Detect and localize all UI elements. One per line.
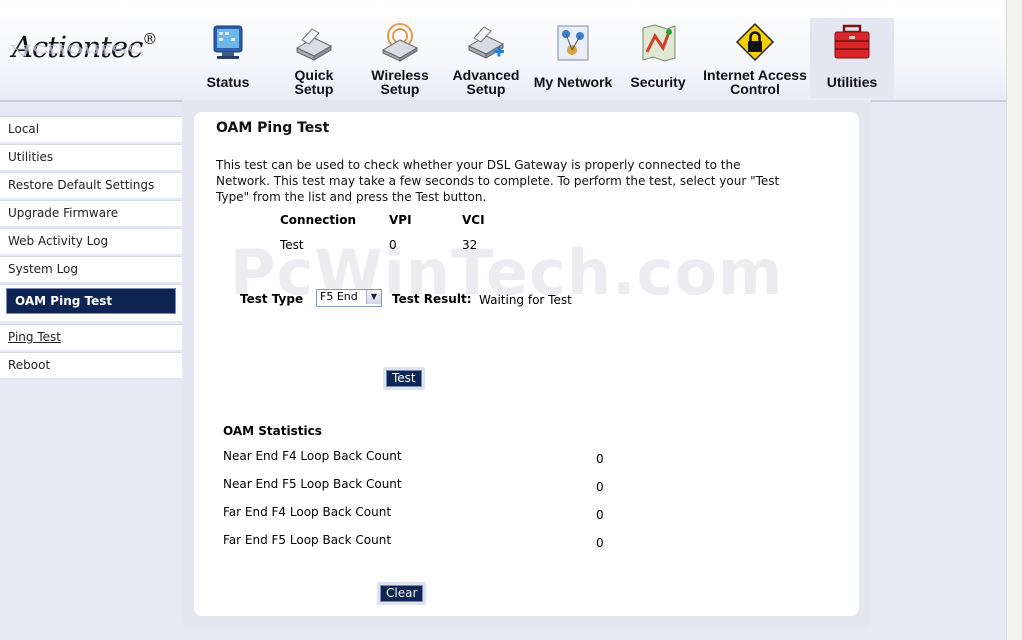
stat-value: 0 xyxy=(596,508,604,522)
sidebar-item-utilities[interactable]: Utilities xyxy=(0,144,182,170)
nav-status[interactable]: Status xyxy=(186,18,270,98)
stat-label: Near End F4 Loop Back Count xyxy=(223,449,402,463)
sidebar-item-system-log[interactable]: System Log xyxy=(0,256,182,282)
router-quick-setup-icon xyxy=(295,28,333,61)
sidebar-item-web-activity-log[interactable]: Web Activity Log xyxy=(0,228,182,254)
stat-label: Far End F4 Loop Back Count xyxy=(223,505,392,519)
sidebar-item-upgrade-firmware[interactable]: Upgrade Firmware xyxy=(0,200,182,226)
col-header-vpi: VPI xyxy=(389,213,412,227)
test-button-frame: Test xyxy=(383,367,425,390)
content-panel: PcWinTech.com OAM Ping Test This test ca… xyxy=(194,112,859,616)
clear-button[interactable]: Clear xyxy=(380,585,424,602)
vertical-scrollbar[interactable] xyxy=(1006,0,1022,640)
stat-label: Far End F5 Loop Back Count xyxy=(223,533,392,547)
stat-value: 0 xyxy=(596,452,604,466)
router-advanced-icon xyxy=(467,26,505,59)
sidebar-item-local[interactable]: Local xyxy=(0,116,182,142)
test-button[interactable]: Test xyxy=(386,370,422,387)
status-monitor-icon xyxy=(213,25,243,59)
sidebar-item-restore-default-settings[interactable]: Restore Default Settings xyxy=(0,172,182,198)
col-header-vci: VCI xyxy=(462,213,485,227)
router-wireless-icon xyxy=(381,23,419,62)
cell-vpi: 0 xyxy=(389,238,397,252)
page-title: OAM Ping Test xyxy=(216,120,330,136)
test-result-label: Test Result: xyxy=(392,292,472,306)
nav-wireless-setup[interactable]: Wireless Setup xyxy=(358,18,442,98)
toolbox-icon xyxy=(834,24,870,59)
nav-internet-access-control[interactable]: Internet Access Control xyxy=(700,18,810,98)
stat-label: Near End F5 Loop Back Count xyxy=(223,477,402,491)
sidebar-item-oam-ping-test[interactable]: OAM Ping Test xyxy=(0,284,182,321)
nav-quick-setup[interactable]: Quick Setup xyxy=(270,18,358,98)
nav-security[interactable]: Security xyxy=(616,18,700,98)
sidebar-item-ping-test[interactable]: Ping Test xyxy=(0,324,182,350)
test-type-label: Test Type xyxy=(240,292,304,306)
cell-vci: 32 xyxy=(462,238,478,252)
actiontec-logo: Actiontec® Actiontec xyxy=(12,30,157,64)
nav-my-network[interactable]: My Network xyxy=(530,18,616,98)
stats-title: OAM Statistics xyxy=(223,424,322,438)
sidebar-menu: Local Utilities Restore Default Settings… xyxy=(0,116,182,380)
nav-utilities[interactable]: Utilities xyxy=(810,18,894,98)
sidebar-item-reboot[interactable]: Reboot xyxy=(0,352,182,378)
stat-value: 0 xyxy=(596,480,604,494)
nav-advanced-setup[interactable]: Advanced Setup xyxy=(442,18,530,98)
chevron-down-icon[interactable]: ▼ xyxy=(366,290,381,304)
intro-text: This test can be used to check whether y… xyxy=(216,158,780,204)
security-map-icon xyxy=(642,24,676,62)
test-type-select[interactable]: F5 End ▼ xyxy=(316,289,382,307)
col-header-connection: Connection xyxy=(280,213,357,227)
cell-connection: Test xyxy=(280,238,304,252)
test-result-value: Waiting for Test xyxy=(479,293,572,307)
header-bar: Actiontec® Actiontec Status Quick Setup … xyxy=(0,0,1006,102)
network-map-icon xyxy=(557,25,589,61)
stat-value: 0 xyxy=(596,536,604,550)
lock-warning-icon xyxy=(735,22,775,62)
clear-button-frame: Clear xyxy=(377,582,427,605)
